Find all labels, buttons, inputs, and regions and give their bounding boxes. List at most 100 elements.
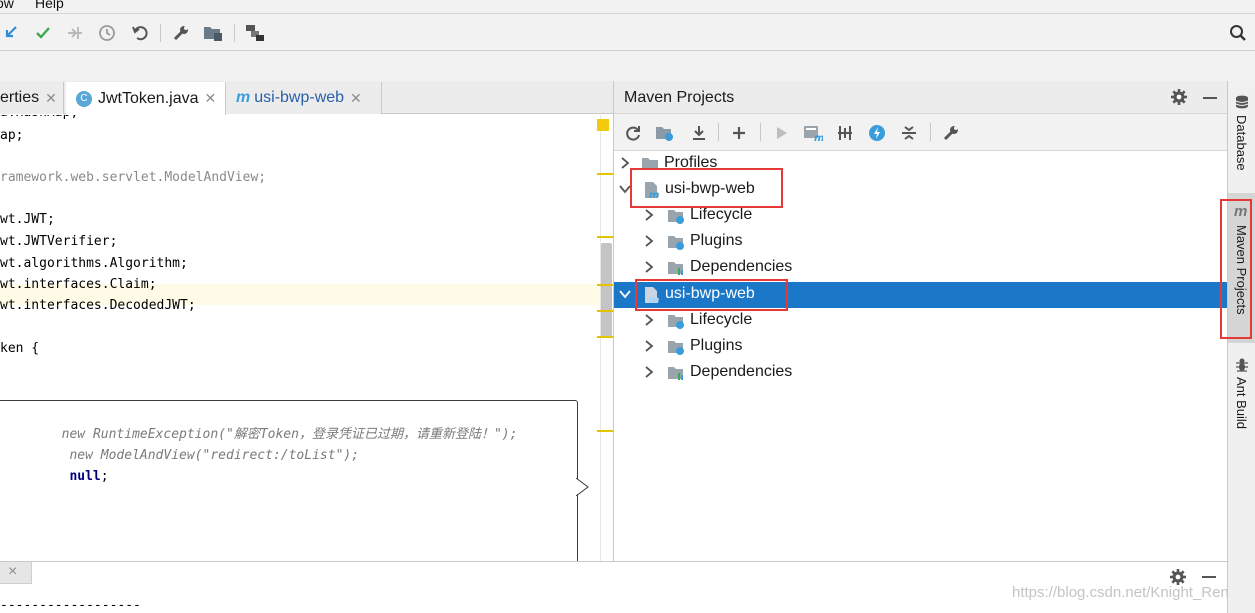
tab-properties[interactable]: erties ✕ bbox=[0, 82, 64, 114]
ide-window: ow Help bbox=[0, 0, 1255, 613]
menu-bar: ow Help bbox=[0, 0, 1255, 14]
code-line: wt.interfaces.Claim; bbox=[0, 277, 157, 292]
error-stripe-mark[interactable] bbox=[597, 336, 613, 338]
tree-node-plugins[interactable]: Plugins bbox=[614, 334, 1228, 360]
maven-projects-panel: Maven Projects Profiles m usi-bwp-web Li… bbox=[613, 81, 1228, 561]
pull-icon[interactable] bbox=[64, 22, 86, 44]
generate-sources-icon[interactable] bbox=[654, 122, 676, 144]
error-stripe-mark[interactable] bbox=[597, 236, 613, 238]
chevron-right-icon[interactable] bbox=[642, 260, 656, 274]
menu-help[interactable]: Help bbox=[35, 0, 64, 11]
dependencies-folder-icon bbox=[668, 262, 683, 275]
tree-node-label: Dependencies bbox=[690, 258, 793, 275]
settings-wrench-icon[interactable] bbox=[170, 22, 192, 44]
chevron-right-icon[interactable] bbox=[642, 339, 656, 353]
bottom-tab[interactable]: × bbox=[0, 562, 32, 584]
code-line: ken { bbox=[0, 341, 40, 356]
toolbar-separator bbox=[718, 123, 719, 141]
panel-title: Maven Projects bbox=[624, 89, 735, 106]
tree-node-label: Dependencies bbox=[690, 363, 793, 380]
maven-toolbar: m bbox=[614, 114, 1228, 151]
project-structure-icon[interactable] bbox=[202, 22, 224, 44]
lifecycle-folder-icon bbox=[668, 315, 684, 329]
execute-maven-goal-icon[interactable]: m bbox=[802, 122, 824, 144]
code-line: ramework.web.servlet.ModelAndView; bbox=[0, 170, 267, 185]
chevron-right-icon[interactable] bbox=[642, 313, 656, 327]
collapse-all-icon[interactable] bbox=[898, 122, 920, 144]
revert-icon[interactable] bbox=[129, 22, 151, 44]
popup-code-line: null; bbox=[61, 469, 109, 484]
ant-icon bbox=[1236, 358, 1248, 372]
tree-node-label: Plugins bbox=[690, 337, 743, 354]
reimport-icon[interactable] bbox=[622, 122, 644, 144]
run-configuration-icon[interactable] bbox=[244, 22, 266, 44]
tree-node-lifecycle[interactable]: Lifecycle bbox=[614, 308, 1228, 334]
menu-window[interactable]: ow bbox=[0, 0, 14, 11]
tree-node-plugins[interactable]: Plugins bbox=[614, 229, 1228, 255]
maven-panel-header: Maven Projects bbox=[614, 81, 1228, 114]
code-line: wt.interfaces.DecodedJWT; bbox=[0, 298, 196, 313]
close-icon[interactable]: ✕ bbox=[45, 90, 57, 107]
stripe-button-database[interactable]: Database bbox=[1228, 89, 1255, 179]
history-icon[interactable] bbox=[96, 22, 118, 44]
close-icon[interactable]: ✕ bbox=[205, 90, 217, 107]
maven-settings-icon[interactable] bbox=[940, 122, 962, 144]
editor-scroll-thumb[interactable] bbox=[601, 243, 612, 338]
download-sources-icon[interactable] bbox=[688, 122, 710, 144]
minimize-icon[interactable] bbox=[1203, 97, 1217, 99]
error-stripe-mark[interactable] bbox=[597, 173, 613, 175]
toggle-offline-mode-icon[interactable] bbox=[834, 122, 856, 144]
tab-jwttoken-java[interactable]: C JwtToken.java ✕ bbox=[66, 82, 226, 115]
run-maven-build-icon[interactable] bbox=[770, 122, 792, 144]
tree-node-dependencies[interactable]: Dependencies bbox=[614, 255, 1228, 281]
code-line: wt.JWT; bbox=[0, 212, 55, 227]
add-project-icon[interactable] bbox=[728, 122, 750, 144]
toolbar-separator bbox=[160, 24, 161, 42]
toolbar-separator bbox=[930, 123, 931, 141]
svg-text:m: m bbox=[814, 133, 823, 142]
search-icon[interactable] bbox=[1227, 22, 1249, 44]
tab-label: JwtToken.java bbox=[98, 89, 199, 107]
stripe-label: Ant Build bbox=[1234, 377, 1249, 430]
highlight-box bbox=[1220, 199, 1252, 339]
main-toolbar bbox=[0, 15, 1255, 51]
stripe-button-ant-build[interactable]: Ant Build bbox=[1228, 353, 1255, 443]
plugins-folder-icon bbox=[668, 341, 684, 355]
popup-code-line: new ModelAndView("redirect:/toList"); bbox=[61, 448, 360, 463]
dependencies-folder-icon bbox=[668, 367, 683, 380]
editor-scrollbar[interactable] bbox=[600, 115, 613, 561]
tree-node-label: Lifecycle bbox=[690, 206, 753, 223]
code-line: wt.algorithms.Algorithm; bbox=[0, 256, 188, 271]
gear-icon[interactable] bbox=[1170, 88, 1188, 111]
error-stripe-mark[interactable] bbox=[597, 284, 613, 286]
maven-m-icon: m bbox=[236, 89, 251, 106]
commit-icon[interactable] bbox=[32, 22, 54, 44]
console-output: ------------------ bbox=[0, 598, 141, 613]
right-tool-stripe: Database m Maven Projects Ant Build bbox=[1220, 81, 1255, 613]
tab-label: usi-bwp-web bbox=[254, 89, 345, 106]
highlight-box bbox=[630, 168, 783, 208]
tree-node-label: Lifecycle bbox=[690, 311, 753, 328]
popup-pointer bbox=[576, 478, 589, 496]
close-icon[interactable]: × bbox=[8, 563, 17, 581]
toolbar-separator bbox=[760, 123, 761, 141]
chevron-right-icon[interactable] bbox=[642, 208, 656, 222]
close-icon[interactable]: ✕ bbox=[350, 90, 362, 107]
toolbar-separator bbox=[234, 24, 235, 42]
chevron-right-icon[interactable] bbox=[642, 234, 656, 248]
code-line: ap; bbox=[0, 128, 24, 143]
update-project-icon[interactable] bbox=[0, 22, 22, 44]
tree-node-dependencies[interactable]: Dependencies bbox=[614, 360, 1228, 386]
chevron-down-icon[interactable] bbox=[618, 287, 632, 301]
chevron-right-icon[interactable] bbox=[642, 365, 656, 379]
error-stripe-mark[interactable] bbox=[597, 430, 613, 432]
minimize-icon[interactable] bbox=[1202, 576, 1216, 578]
error-stripe-mark[interactable] bbox=[597, 310, 613, 312]
code-line: a.HashMap; bbox=[0, 115, 78, 123]
database-icon bbox=[1235, 95, 1249, 109]
plugins-folder-icon bbox=[668, 236, 684, 250]
inspection-status-icon[interactable] bbox=[597, 119, 609, 131]
tree-node-label: Plugins bbox=[690, 232, 743, 249]
tab-usi-bwp-web[interactable]: m usi-bwp-web ✕ bbox=[226, 82, 382, 114]
toggle-skip-tests-icon[interactable] bbox=[866, 122, 888, 144]
